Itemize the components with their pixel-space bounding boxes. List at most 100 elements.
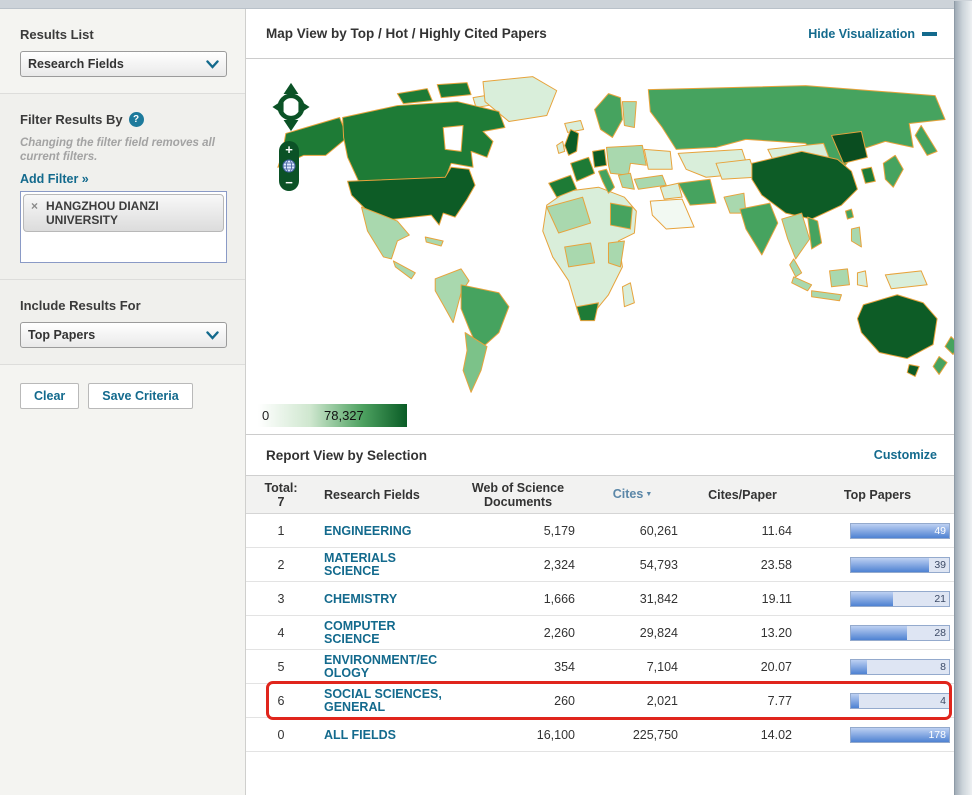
col-research-fields: Research Fields	[316, 488, 456, 502]
country-france	[571, 157, 595, 181]
field-cell: CHEMISTRY	[316, 592, 456, 606]
top-papers-cell: 49	[800, 523, 955, 539]
sidebar: Results List Research Fields Filter Resu…	[0, 9, 246, 795]
results-list-select[interactable]: Research Fields	[20, 51, 227, 77]
top-papers-cell: 178	[800, 727, 955, 743]
results-list-section: Results List Research Fields	[0, 9, 245, 94]
remove-filter-icon[interactable]: ×	[31, 199, 38, 213]
chevron-down-icon	[206, 331, 219, 340]
include-results-heading: Include Results For	[20, 298, 227, 313]
top-papers-bar: 39	[850, 557, 950, 573]
scrollbar-track[interactable]	[954, 1, 972, 795]
table-row: 0 ALL FIELDS 16,100 225,750 14.02 178	[246, 718, 955, 752]
wos-cell: 354	[456, 660, 580, 674]
top-papers-bar: 8	[850, 659, 950, 675]
country-germany	[593, 149, 607, 167]
cites-cell: 225,750	[580, 728, 685, 742]
cites-paper-cell: 19.11	[685, 592, 800, 606]
cites-cell: 54,793	[580, 558, 685, 572]
cites-cell: 29,824	[580, 626, 685, 640]
wos-cell: 2,260	[456, 626, 580, 640]
include-results-section: Include Results For Top Papers	[0, 280, 245, 365]
top-papers-cell: 4	[800, 693, 955, 709]
pan-control[interactable]	[269, 81, 313, 133]
field-link[interactable]: ALL FIELDS	[324, 729, 396, 742]
table-row-highlighted: 6 SOCIAL SCIENCES, GENERAL 260 2,021 7.7…	[246, 684, 955, 718]
field-link[interactable]: MATERIALS SCIENCE	[324, 552, 442, 578]
zoom-out-button[interactable]: −	[285, 177, 293, 188]
country-australia	[857, 295, 937, 359]
rank-cell: 0	[246, 728, 316, 742]
clear-button[interactable]: Clear	[20, 383, 79, 409]
report-panel-header: Report View by Selection Customize	[246, 435, 955, 476]
field-link[interactable]: COMPUTER SCIENCE	[324, 620, 442, 646]
results-list-heading: Results List	[20, 27, 227, 42]
top-papers-cell: 8	[800, 659, 955, 675]
table-row: 1 ENGINEERING 5,179 60,261 11.64 49	[246, 514, 955, 548]
country-japan	[883, 155, 903, 187]
zoom-control[interactable]: + −	[279, 141, 299, 191]
top-papers-bar: 21	[850, 591, 950, 607]
top-papers-cell: 28	[800, 625, 955, 641]
country-uk	[565, 129, 579, 155]
field-link[interactable]: ENGINEERING	[324, 525, 412, 538]
results-list-value: Research Fields	[28, 57, 124, 71]
criteria-buttons-section: Clear Save Criteria	[0, 365, 245, 425]
cites-paper-cell: 13.20	[685, 626, 800, 640]
top-papers-cell: 21	[800, 591, 955, 607]
wos-cell: 260	[456, 694, 580, 708]
hide-visualization-link[interactable]: Hide Visualization	[808, 27, 915, 41]
map-region: + − 0 78,327	[246, 59, 955, 435]
zoom-in-button[interactable]: +	[285, 144, 293, 155]
filter-chip[interactable]: × HANGZHOU DIANZI UNIVERSITY	[23, 194, 224, 232]
sort-caret-icon: ▼	[645, 491, 652, 498]
field-cell: SOCIAL SCIENCES, GENERAL	[316, 688, 456, 714]
rank-cell: 5	[246, 660, 316, 674]
table-row: 5 ENVIRONMENT/ECOLOGY 354 7,104 20.07 8	[246, 650, 955, 684]
table-row: 2 MATERIALS SCIENCE 2,324 54,793 23.58 3…	[246, 548, 955, 582]
cites-cell: 2,021	[580, 694, 685, 708]
report-table-header: Total: 7 Research Fields Web of Science …	[246, 476, 955, 514]
customize-link[interactable]: Customize	[874, 448, 937, 462]
filter-chip-label: HANGZHOU DIANZI UNIVERSITY	[46, 199, 159, 227]
legend-min: 0	[262, 408, 269, 423]
country-canada	[343, 102, 505, 184]
top-papers-bar: 178	[850, 727, 950, 743]
table-row: 3 CHEMISTRY 1,666 31,842 19.11 21	[246, 582, 955, 616]
filter-note: Changing the filter field removes all cu…	[20, 136, 227, 164]
collapse-icon[interactable]	[922, 32, 937, 36]
field-link[interactable]: CHEMISTRY	[324, 593, 397, 606]
rank-cell: 6	[246, 694, 316, 708]
field-cell: ALL FIELDS	[316, 728, 456, 742]
map-panel-header: Map View by Top / Hot / Highly Cited Pap…	[246, 9, 955, 59]
col-cites-sort[interactable]: Cites▼	[580, 487, 685, 502]
top-papers-bar: 28	[850, 625, 950, 641]
wos-cell: 5,179	[456, 524, 580, 538]
report-panel-title: Report View by Selection	[266, 448, 427, 463]
include-results-select[interactable]: Top Papers	[20, 322, 227, 348]
field-link[interactable]: ENVIRONMENT/ECOLOGY	[324, 654, 442, 680]
map-panel-title: Map View by Top / Hot / Highly Cited Pap…	[266, 26, 547, 41]
cites-paper-cell: 20.07	[685, 660, 800, 674]
field-link[interactable]: SOCIAL SCIENCES, GENERAL	[324, 688, 442, 714]
world-map[interactable]	[248, 71, 955, 406]
filter-heading: Filter Results By	[20, 112, 123, 127]
field-cell: ENGINEERING	[316, 524, 456, 538]
add-filter-link[interactable]: Add Filter »	[20, 172, 89, 186]
active-filters-box: × HANGZHOU DIANZI UNIVERSITY	[20, 191, 227, 263]
col-total: Total: 7	[246, 481, 316, 509]
top-papers-cell: 39	[800, 557, 955, 573]
field-cell: ENVIRONMENT/ECOLOGY	[316, 654, 456, 680]
country-india	[740, 203, 778, 255]
rank-cell: 4	[246, 626, 316, 640]
help-icon[interactable]: ?	[129, 112, 144, 127]
window-top-strip	[0, 0, 972, 9]
cites-paper-cell: 11.64	[685, 524, 800, 538]
col-cites-per-paper: Cites/Paper	[685, 488, 800, 502]
globe-icon[interactable]	[282, 159, 296, 173]
save-criteria-button[interactable]: Save Criteria	[88, 383, 192, 409]
col-top-papers: Top Papers	[800, 488, 955, 502]
include-results-value: Top Papers	[28, 328, 95, 342]
table-row: 4 COMPUTER SCIENCE 2,260 29,824 13.20 28	[246, 616, 955, 650]
chevron-down-icon	[206, 60, 219, 69]
